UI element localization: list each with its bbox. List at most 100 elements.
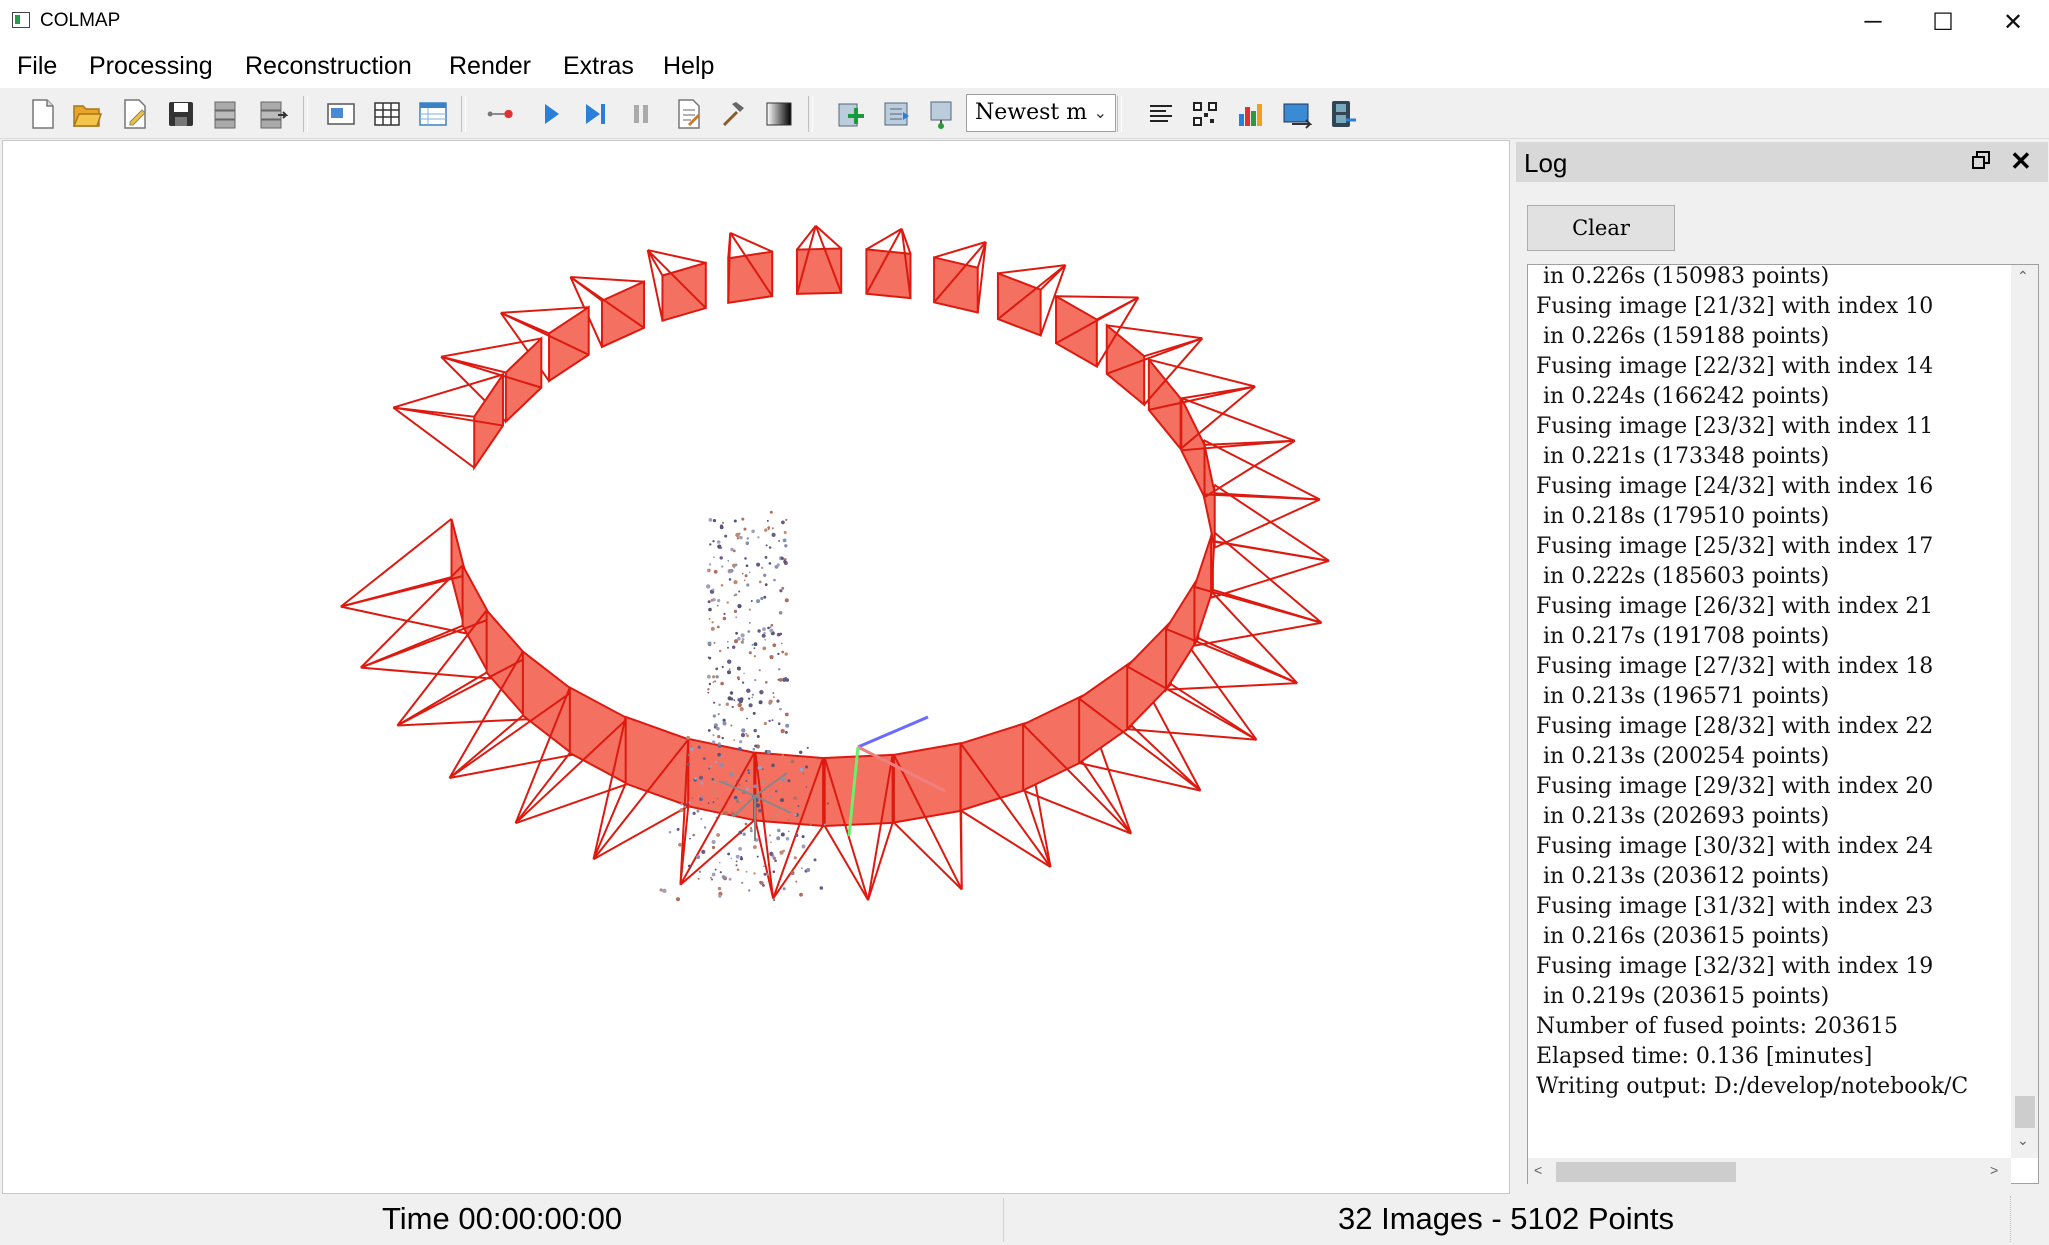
resize-grip-icon[interactable] — [2010, 1196, 2047, 1242]
camera-frustum-edge — [340, 605, 467, 635]
point — [712, 519, 717, 523]
point — [748, 571, 751, 574]
point — [764, 638, 767, 641]
menu-processing[interactable]: Processing — [89, 52, 213, 81]
point — [715, 816, 718, 819]
point — [743, 579, 746, 582]
log-text-area[interactable]: in 0.226s (150983 points) Fusing image [2… — [1527, 264, 2039, 1184]
save-project-icon[interactable] — [166, 98, 196, 130]
point — [777, 652, 780, 656]
point — [686, 762, 690, 767]
dense-reconstruction-icon[interactable] — [764, 98, 794, 130]
camera-frustum-edge — [1212, 588, 1322, 624]
point — [750, 600, 753, 602]
point — [700, 781, 704, 785]
scroll-right-icon[interactable]: > — [1990, 1162, 1998, 1178]
step-reconstruction-icon[interactable] — [580, 98, 610, 130]
point — [765, 544, 768, 547]
database-management-icon[interactable] — [418, 98, 448, 130]
log-line: in 0.213s (196571 points) — [1536, 684, 1830, 709]
point — [770, 841, 772, 843]
point — [717, 752, 721, 757]
menu-help[interactable]: Help — [663, 52, 714, 81]
reconstruction-scene[interactable] — [3, 141, 1511, 1195]
point — [771, 763, 775, 768]
point — [726, 601, 729, 604]
camera-frustum-edge — [392, 406, 475, 469]
point — [738, 799, 741, 802]
point — [769, 510, 773, 514]
scroll-left-icon[interactable]: < — [1534, 1162, 1542, 1178]
point — [772, 870, 776, 873]
render-options-icon[interactable] — [836, 98, 866, 130]
point — [711, 872, 716, 877]
log-line: in 0.226s (159188 points) — [1536, 324, 1830, 349]
log-icon[interactable] — [1146, 98, 1176, 130]
movie-grabber-icon[interactable] — [1328, 98, 1358, 130]
point — [813, 858, 817, 862]
maximize-button[interactable]: ☐ — [1908, 0, 1978, 44]
menu-reconstruction[interactable]: Reconstruction — [245, 52, 412, 81]
reconstruction-stats-icon[interactable] — [1236, 98, 1266, 130]
log-line: Fusing image [29/32] with index 20 — [1536, 774, 1934, 799]
feature-extraction-icon[interactable] — [326, 98, 356, 130]
grab-image-icon[interactable] — [926, 98, 956, 130]
clear-log-button[interactable]: Clear — [1527, 205, 1675, 251]
point — [708, 607, 712, 612]
point — [776, 836, 781, 841]
edit-project-icon[interactable] — [120, 98, 150, 130]
import-model-icon[interactable] — [210, 98, 240, 130]
float-dock-icon[interactable] — [1972, 151, 1990, 169]
open-project-icon[interactable] — [72, 98, 102, 130]
point — [733, 566, 736, 569]
point — [775, 790, 778, 793]
point — [714, 868, 717, 871]
match-matrix-icon[interactable] — [1190, 98, 1220, 130]
undistort-icon[interactable] — [1282, 98, 1312, 130]
status-bar — [0, 1196, 2049, 1245]
model-viewer[interactable] — [2, 140, 1510, 1194]
start-reconstruction-icon[interactable] — [536, 98, 566, 130]
point — [746, 734, 749, 738]
point — [787, 779, 791, 783]
point — [733, 795, 738, 800]
point — [778, 678, 783, 682]
point — [777, 722, 781, 725]
log-vertical-scrollbar[interactable] — [2011, 265, 2038, 1158]
log-line: Fusing image [22/32] with index 14 — [1536, 354, 1934, 379]
minimize-button[interactable]: ─ — [1838, 0, 1908, 44]
point — [766, 519, 769, 522]
pause-reconstruction-icon[interactable] — [626, 98, 656, 130]
point — [736, 666, 741, 671]
point — [795, 880, 798, 883]
point — [748, 703, 753, 708]
camera-frustum-edge — [772, 825, 824, 900]
reset-view-icon[interactable] — [882, 98, 912, 130]
close-dock-icon[interactable]: ✕ — [2010, 146, 2032, 177]
menu-extras[interactable]: Extras — [563, 52, 634, 81]
log-line: in 0.221s (173348 points) — [1536, 444, 1830, 469]
point — [717, 713, 720, 716]
close-button[interactable]: ✕ — [1978, 0, 2048, 44]
menu-render[interactable]: Render — [449, 52, 531, 81]
render-mode-select[interactable]: Newest m ⌄ — [966, 94, 1116, 132]
camera-frustum-edge — [360, 666, 492, 680]
export-model-icon[interactable] — [258, 98, 288, 130]
point — [689, 837, 691, 840]
point — [761, 779, 766, 784]
reconstruction-options-icon[interactable] — [674, 98, 704, 130]
scroll-down-icon[interactable]: ⌄ — [2017, 1132, 2029, 1149]
log-horizontal-scroll-thumb[interactable] — [1556, 1162, 1736, 1182]
point — [779, 707, 782, 711]
point — [782, 849, 785, 853]
point — [754, 744, 757, 748]
scroll-up-icon[interactable]: ⌃ — [2017, 268, 2029, 285]
menu-file[interactable]: File — [17, 52, 57, 81]
point — [712, 740, 716, 744]
automatic-reconstruction-icon[interactable] — [486, 98, 516, 130]
point — [712, 540, 715, 543]
new-project-icon[interactable] — [28, 98, 58, 130]
log-vertical-scroll-thumb[interactable] — [2015, 1096, 2035, 1128]
feature-matching-icon[interactable] — [372, 98, 402, 130]
bundle-adjustment-icon[interactable] — [718, 98, 748, 130]
